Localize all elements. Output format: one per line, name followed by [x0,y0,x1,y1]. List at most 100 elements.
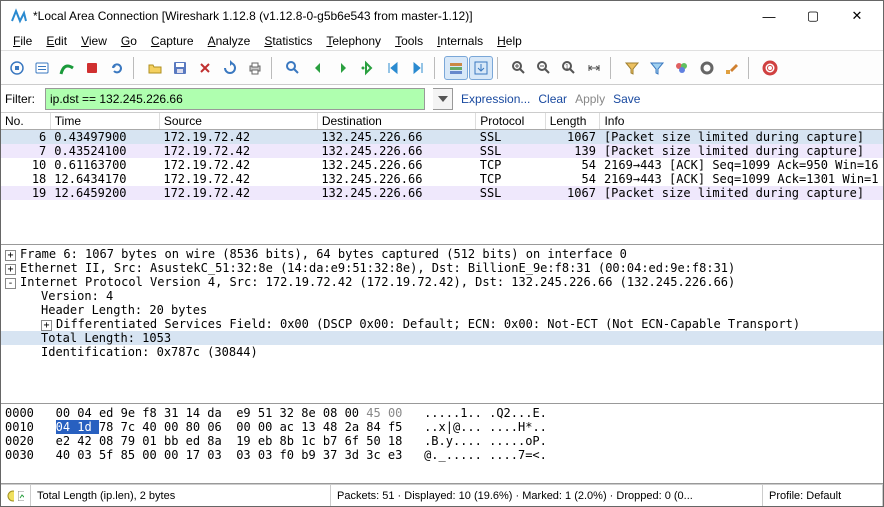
help-icon[interactable] [758,56,782,80]
capture-filters-icon[interactable] [620,56,644,80]
go-forward-icon[interactable] [331,56,355,80]
colorize-icon[interactable] [444,56,468,80]
tree-text: Total Length: 1053 [41,331,171,345]
go-back-icon[interactable] [306,56,330,80]
menu-statistics[interactable]: Statistics [258,32,318,50]
menu-capture[interactable]: Capture [145,32,200,50]
menu-internals[interactable]: Internals [431,32,489,50]
packet-list-pane[interactable]: No.TimeSourceDestinationProtocolLengthIn… [1,113,883,245]
coloring-rules-icon[interactable] [670,56,694,80]
tree-row[interactable]: Header Length: 20 bytes [1,303,883,317]
packet-details-pane[interactable]: +Frame 6: 1067 bytes on wire (8536 bits)… [1,245,883,404]
packet-header-row[interactable]: No.TimeSourceDestinationProtocolLengthIn… [1,113,883,130]
packet-row[interactable]: 60.43497900172.19.72.42132.245.226.66SSL… [1,130,883,145]
expander-icon[interactable]: + [41,320,52,331]
packet-row[interactable]: 70.43524100172.19.72.42132.245.226.66SSL… [1,144,883,158]
reload-icon[interactable] [218,56,242,80]
tree-row[interactable]: Total Length: 1053 [1,331,883,345]
preferences-icon[interactable] [695,56,719,80]
save-file-icon[interactable] [168,56,192,80]
zoom-in-icon[interactable] [507,56,531,80]
status-profile[interactable]: Profile: Default [763,485,883,506]
status-packets: Packets: 51 · Displayed: 10 (19.6%) · Ma… [331,485,763,506]
packet-bytes-pane[interactable]: 0000 00 04 ed 9e f8 31 14 da e9 51 32 8e… [1,404,883,484]
restart-capture-icon[interactable] [105,56,129,80]
zoom-out-icon[interactable] [532,56,556,80]
filter-input[interactable] [45,88,425,110]
status-field: Total Length (ip.len), 2 bytes [31,485,331,506]
interfaces-icon[interactable] [5,56,29,80]
column-time[interactable]: Time [50,113,159,130]
menu-edit[interactable]: Edit [40,32,73,50]
go-to-packet-icon[interactable] [356,56,380,80]
cell-proto: TCP [476,172,545,186]
maximize-button[interactable]: ▢ [791,2,835,30]
tree-row[interactable]: Identification: 0x787c (30844) [1,345,883,359]
stop-capture-icon[interactable] [80,56,104,80]
column-no[interactable]: No. [1,113,50,130]
menu-tools[interactable]: Tools [389,32,429,50]
column-info[interactable]: Info [600,113,883,130]
resize-cols-icon[interactable] [582,56,606,80]
options-icon[interactable] [30,56,54,80]
zoom-reset-icon[interactable]: 1 [557,56,581,80]
hex-row[interactable]: 0000 00 04 ed 9e f8 31 14 da e9 51 32 8e… [5,406,879,420]
column-destination[interactable]: Destination [317,113,475,130]
hex-offset: 0030 [5,448,34,462]
column-length[interactable]: Length [545,113,600,130]
expert-info-icon[interactable] [1,485,31,506]
find-icon[interactable] [281,56,305,80]
cell-no: 19 [1,186,50,200]
start-capture-icon[interactable] [55,56,79,80]
cell-info: [Packet size limited during capture] [600,186,883,200]
tree-row[interactable]: +Differentiated Services Field: 0x00 (DS… [1,317,883,331]
menu-telephony[interactable]: Telephony [320,32,387,50]
menu-help[interactable]: Help [491,32,528,50]
menu-go[interactable]: Go [115,32,143,50]
expression-button[interactable]: Expression... [461,92,530,106]
packet-row[interactable]: 100.61163700172.19.72.42132.245.226.66TC… [1,158,883,172]
go-last-icon[interactable] [406,56,430,80]
close-button[interactable]: ✕ [835,2,879,30]
cell-proto: SSL [476,130,545,145]
expander-icon[interactable]: + [5,264,16,275]
edit-preferences-icon[interactable] [720,56,744,80]
tree-row[interactable]: -Internet Protocol Version 4, Src: 172.1… [1,275,883,289]
go-first-icon[interactable] [381,56,405,80]
expander-icon[interactable]: - [5,278,16,289]
menu-analyze[interactable]: Analyze [202,32,257,50]
cell-info: 2169→443 [ACK] Seq=1099 Ack=1301 Win=1 [600,172,883,186]
display-filters-icon[interactable] [645,56,669,80]
apply-button[interactable]: Apply [575,92,605,106]
expander-icon[interactable]: + [5,250,16,261]
hex-bytes: e2 42 08 79 01 bb ed 8a 19 eb 8b 1c b7 6… [56,434,403,448]
tree-row[interactable]: Version: 4 [1,289,883,303]
packet-row[interactable]: 1812.6434170172.19.72.42132.245.226.66TC… [1,172,883,186]
cell-dst: 132.245.226.66 [317,158,475,172]
minimize-button[interactable]: — [747,2,791,30]
filter-dropdown-icon[interactable] [433,88,453,110]
cell-len: 54 [545,158,600,172]
clear-button[interactable]: Clear [538,92,567,106]
close-file-icon[interactable] [193,56,217,80]
print-icon[interactable] [243,56,267,80]
hex-row[interactable]: 0030 40 03 5f 85 00 00 17 03 03 03 f0 b9… [5,448,879,462]
cell-src: 172.19.72.42 [159,130,317,145]
tree-row[interactable]: +Ethernet II, Src: AsustekC_51:32:8e (14… [1,261,883,275]
autoscroll-icon[interactable] [469,56,493,80]
svg-text:1: 1 [565,64,569,71]
column-source[interactable]: Source [159,113,317,130]
menu-view[interactable]: View [75,32,113,50]
hex-bytes: 00 04 ed 9e f8 31 14 da e9 51 32 8e 08 0… [56,406,367,420]
packet-row[interactable]: 1912.6459200172.19.72.42132.245.226.66SS… [1,186,883,200]
open-file-icon[interactable] [143,56,167,80]
hex-row[interactable]: 0020 e2 42 08 79 01 bb ed 8a 19 eb 8b 1c… [5,434,879,448]
hex-row[interactable]: 0010 04 1d 78 7c 40 00 80 06 00 00 ac 13… [5,420,879,434]
tree-row[interactable]: +Frame 6: 1067 bytes on wire (8536 bits)… [1,247,883,261]
cell-dst: 132.245.226.66 [317,144,475,158]
column-protocol[interactable]: Protocol [476,113,545,130]
app-icon [11,8,27,24]
save-filter-button[interactable]: Save [613,92,640,106]
menu-file[interactable]: File [7,32,38,50]
cell-time: 0.43497900 [50,130,159,145]
